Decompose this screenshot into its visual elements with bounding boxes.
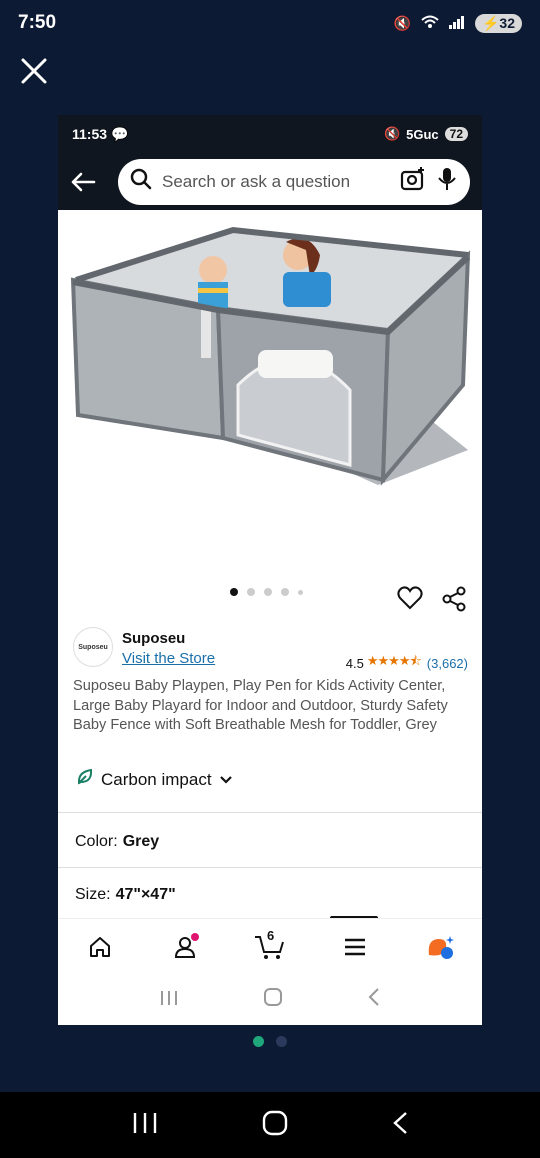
cart-icon[interactable]: 6: [250, 927, 290, 967]
wishlist-heart-icon[interactable]: [397, 586, 423, 615]
search-icon: [130, 168, 152, 195]
rating-value: 4.5: [345, 655, 364, 671]
camera-search-icon[interactable]: [400, 166, 426, 197]
signal-icon: [448, 15, 465, 32]
pager-dot[interactable]: [253, 1036, 264, 1047]
carousel-dot[interactable]: [264, 588, 272, 596]
back-icon[interactable]: [392, 1111, 408, 1140]
divider: [58, 867, 482, 868]
chevron-down-icon: [219, 770, 233, 790]
share-icon[interactable]: [441, 586, 467, 617]
size-option[interactable]: Size: 47"×47": [75, 886, 176, 904]
chat-icon: 💬: [110, 125, 129, 142]
divider: [58, 812, 482, 813]
outer-time: 7:50: [18, 12, 57, 33]
brand-row: Suposeu Suposeu Visit the Store 4.5 ★★★★…: [73, 627, 468, 673]
recent-apps-icon[interactable]: [132, 1111, 158, 1140]
inner-time-text: 11:53: [72, 125, 108, 142]
visit-store-link[interactable]: Visit the Store: [122, 650, 215, 667]
inner-status-bar: 11:53 💬 🔇 5Guc 72: [58, 115, 482, 153]
image-carousel-dots: [230, 588, 303, 596]
mute-icon: 🔇: [393, 14, 411, 31]
back-icon[interactable]: [368, 988, 380, 1012]
product-title: Suposeu Baby Playpen, Play Pen for Kids …: [73, 678, 448, 734]
cart-count: 6: [266, 928, 275, 943]
search-placeholder: Search or ask a question: [162, 171, 351, 191]
color-label: Color:: [75, 833, 118, 850]
color-value: Grey: [122, 833, 160, 850]
size-value: 47"×47": [115, 886, 176, 903]
review-count[interactable]: (3,662): [427, 656, 468, 671]
product-image[interactable]: [58, 210, 482, 596]
inner-mute-icon: 🔇: [383, 126, 401, 141]
menu-icon[interactable]: [335, 927, 375, 967]
search-header: Search or ask a question: [58, 153, 482, 210]
bottom-nav: 6: [58, 918, 482, 975]
inner-system-nav: [58, 975, 482, 1025]
rating-summary[interactable]: 4.5 ★★★★⯪ (3,662): [346, 652, 468, 674]
battery-indicator: ⚡32: [474, 13, 522, 33]
carousel-dot[interactable]: [230, 588, 238, 596]
leaf-icon: [76, 768, 94, 791]
carbon-impact-toggle[interactable]: Carbon impact: [76, 768, 233, 791]
system-nav-bar: [0, 1092, 540, 1158]
size-label: Size:: [75, 886, 111, 903]
star-rating-icon: ★★★★⯪: [366, 653, 422, 668]
carousel-dot[interactable]: [247, 588, 255, 596]
pager-dot[interactable]: [276, 1036, 287, 1047]
home-icon[interactable]: [80, 927, 120, 967]
back-arrow-icon[interactable]: [68, 167, 98, 197]
home-button-icon[interactable]: [262, 1110, 288, 1141]
home-button-icon[interactable]: [263, 987, 283, 1013]
close-icon[interactable]: [18, 55, 50, 87]
wifi-icon: [421, 15, 439, 32]
screenshot-pager: [253, 1036, 287, 1047]
outer-status-icons: 🔇 ⚡32: [393, 13, 522, 33]
outer-status-bar: 7:50 🔇 ⚡32: [0, 0, 540, 46]
brand-logo[interactable]: Suposeu: [73, 627, 113, 667]
battery-level: 32: [499, 14, 515, 31]
color-option[interactable]: Color: Grey: [75, 833, 159, 851]
search-input[interactable]: Search or ask a question: [118, 158, 470, 205]
screenshot-preview[interactable]: 11:53 💬 🔇 5Guc 72 Search or ask a questi…: [58, 115, 482, 1025]
notification-dot: [191, 933, 200, 941]
recent-apps-icon[interactable]: [160, 989, 178, 1012]
inner-time: 11:53 💬: [72, 126, 128, 143]
carbon-impact-label: Carbon impact: [101, 769, 212, 789]
inner-battery: 72: [444, 127, 468, 141]
carousel-dot[interactable]: [298, 589, 303, 595]
inner-network: 5Guc: [406, 126, 439, 142]
carousel-dot[interactable]: [281, 588, 289, 596]
account-icon[interactable]: [165, 927, 205, 967]
brand-name: Suposeu: [122, 630, 186, 647]
microphone-icon[interactable]: [436, 166, 458, 197]
rufus-icon[interactable]: [420, 927, 460, 967]
